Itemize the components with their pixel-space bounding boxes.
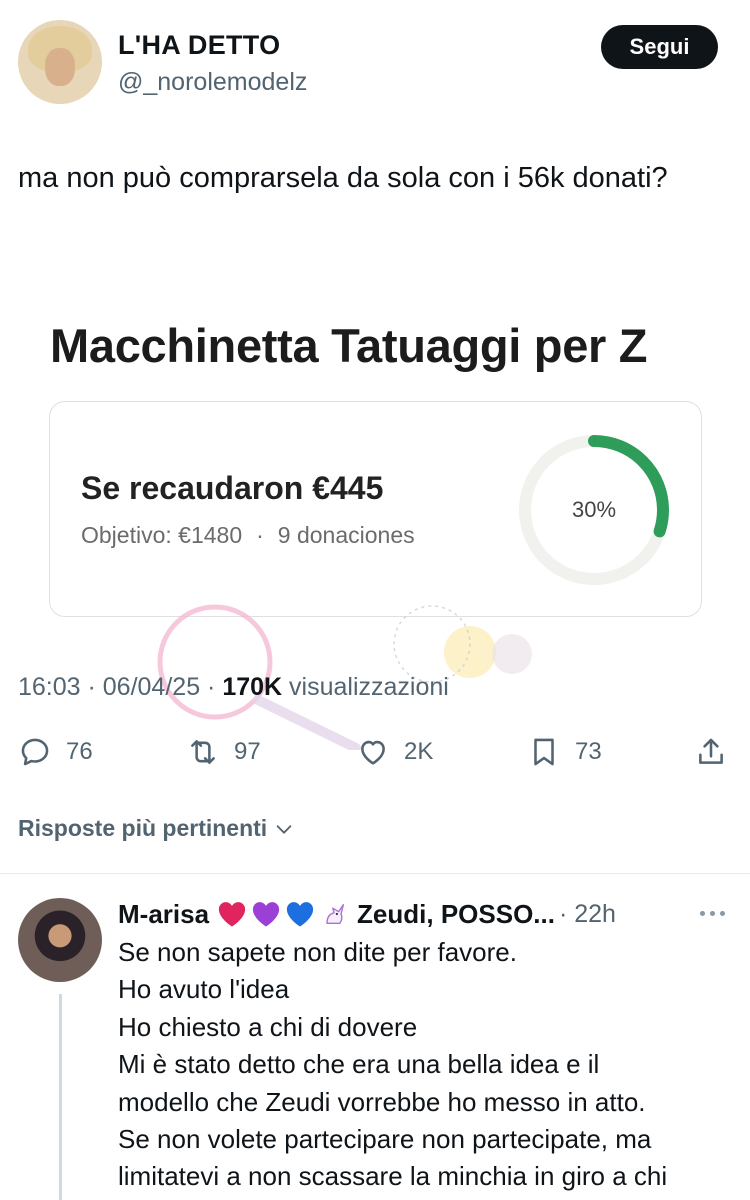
red-heart-icon [218,902,246,927]
bookmark-button[interactable]: 73 [527,730,602,774]
more-options-icon[interactable] [700,900,740,926]
views-label: visualizzazioni [289,673,449,701]
reply-author-name[interactable]: M-arisa [118,899,209,930]
follow-button[interactable]: Segui [601,25,718,69]
reply-author-name-suffix[interactable]: Zeudi, POSSO... [357,899,555,930]
campaign-separator: · [256,522,264,548]
purple-heart-icon [252,902,280,927]
author-handle[interactable]: @_norolemodelz [118,68,307,97]
share-icon [699,738,723,764]
replies-sort-dropdown[interactable]: Risposte più pertinenti [18,815,295,842]
reply-line: Se non volete partecipare non partecipat… [118,1124,652,1155]
tweet-text: ma non può comprarsela da sola con i 56k… [18,162,668,194]
reply-text: Se non sapete non dite per favore. Ho av… [118,934,738,1196]
campaign-donations: 9 donaciones [277,522,415,548]
bookmark-icon [534,738,554,766]
campaign-title: Macchinetta Tatuaggi per Z [50,319,648,372]
campaign-raised: Se recaudaron €445 [81,470,384,506]
reply-count: 76 [66,738,93,765]
name-emojis [217,900,349,928]
repost-icon [191,740,215,764]
campaign-goal-line: Objetivo: €1480 · 9 donaciones [81,522,415,549]
campaign-goal: Objetivo: €1480 [81,522,243,548]
repost-button[interactable]: 97 [186,730,261,774]
like-count: 2K [404,738,434,765]
repost-count: 97 [234,738,261,765]
replies-sort-label: Risposte più pertinenti [18,815,268,841]
reply-button[interactable]: 76 [18,730,93,774]
reply-line: Ho avuto l'idea [118,974,290,1005]
tweet-action-bar: 76 97 2K 73 [0,730,750,774]
blue-heart-icon [286,902,314,927]
like-button[interactable]: 2K [356,730,433,774]
author-avatar[interactable] [18,20,102,104]
section-divider [0,873,750,874]
thread-line [59,994,62,1200]
views-count: 170K [222,673,283,701]
heart-outline-icon [361,740,385,765]
bookmark-count: 73 [575,738,602,765]
reply-line: Mi è stato detto che era una bella idea … [118,1049,600,1080]
reply-time[interactable]: · 22h [559,900,616,929]
author-display-name[interactable]: L'HA DETTO [118,30,280,61]
reply-author-avatar[interactable] [18,898,102,982]
reply-icon [21,738,49,766]
tweet-timestamp[interactable]: 16:03 · 06/04/25 · [18,673,215,701]
progress-percent: 30% [571,497,617,522]
reply-header: M-arisa Zeudi, POSSO... · 22h [118,896,738,932]
share-button[interactable] [694,730,728,774]
chevron-down-icon [276,824,292,834]
reply-line: modello che Zeudi vorrebbe ho messo in a… [118,1086,646,1117]
campaign-card[interactable]: Se recaudaron €445 Objetivo: €1480 · 9 don… [49,401,702,617]
reply-line: Se non sapete non dite per favore. [118,937,517,967]
unicorn-icon [326,903,345,925]
tweet-meta: 16:03 · 06/04/25 · 170K visualizzazioni [18,673,449,702]
reply-line: Ho chiesto a chi di dovere [118,1011,418,1042]
reply-line: limitatevi a non scassare la minchia in … [118,1161,668,1192]
